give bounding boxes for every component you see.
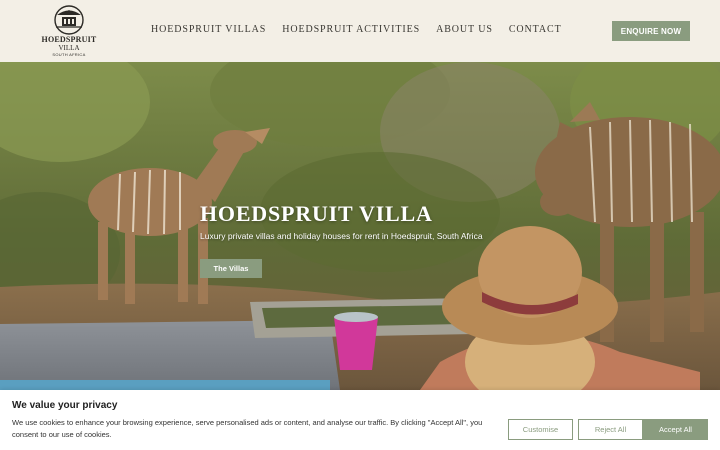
site-header: HOEDSPRUIT VILLA SOUTH AFRICA HOEDSPRUIT… — [0, 0, 720, 62]
logo-sub: VILLA — [58, 44, 80, 52]
accept-all-button[interactable]: Accept All — [643, 419, 708, 440]
hero-subtitle: Luxury private villas and holiday houses… — [200, 231, 483, 241]
hero-title: HOEDSPRUIT VILLA — [200, 201, 433, 226]
logo-tagline: SOUTH AFRICA — [52, 52, 86, 57]
customise-button[interactable]: Customise — [508, 419, 573, 440]
site-logo[interactable]: HOEDSPRUIT VILLA SOUTH AFRICA — [38, 5, 100, 59]
cookie-description: We use cookies to enhance your browsing … — [12, 418, 483, 439]
nav-item-contact[interactable]: CONTACT — [509, 24, 562, 35]
tree-house-icon — [54, 5, 84, 35]
reject-all-button[interactable]: Reject All — [578, 419, 643, 440]
enquire-now-button[interactable]: ENQUIRE NOW — [612, 21, 690, 41]
logo-name: HOEDSPRUIT — [41, 35, 97, 44]
nav-item-villas[interactable]: HOEDSPRUIT VILLAS — [151, 24, 266, 35]
hero-section: HOEDSPRUIT VILLA Luxury private villas a… — [0, 62, 720, 390]
main-nav: HOEDSPRUIT VILLAS HOEDSPRUIT ACTIVITIES … — [151, 24, 562, 35]
nav-item-activities[interactable]: HOEDSPRUIT ACTIVITIES — [282, 24, 420, 35]
cookie-consent-banner: We value your privacy We use cookies to … — [0, 390, 720, 450]
cookie-title: We value your privacy — [12, 400, 118, 411]
nav-item-about[interactable]: ABOUT US — [436, 24, 493, 35]
the-villas-button[interactable]: The Villas — [200, 259, 262, 278]
